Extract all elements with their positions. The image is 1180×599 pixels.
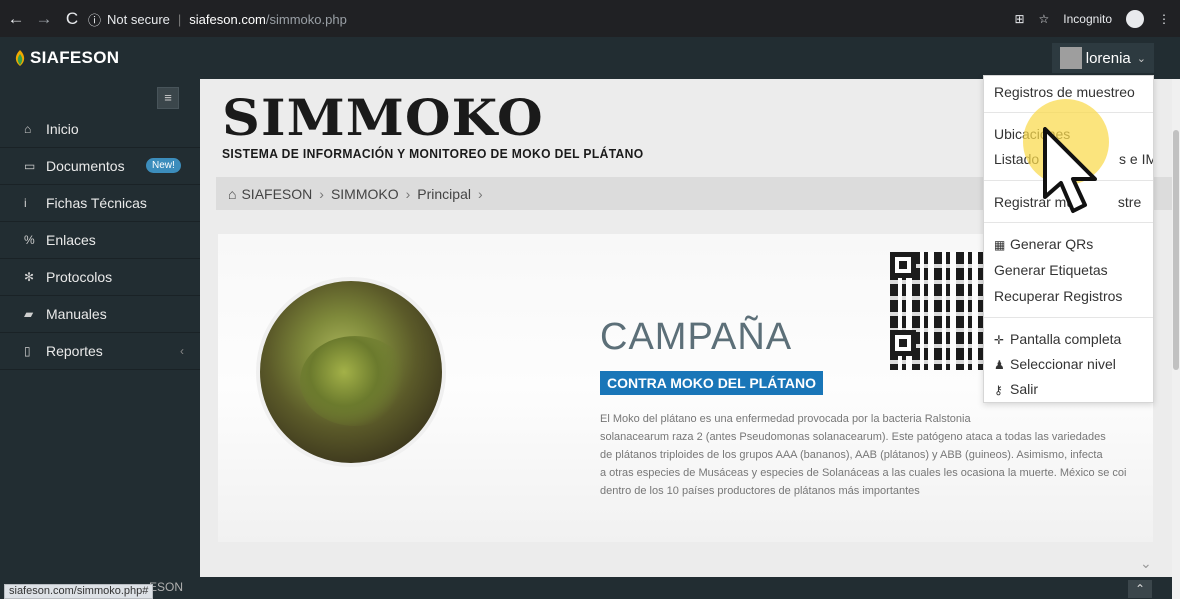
status-url-tooltip: siafeson.com/simmoko.php# [4, 584, 154, 599]
back-arrow-icon[interactable]: ← [4, 9, 28, 29]
move-arrows-icon: ✛ [994, 333, 1005, 347]
address-separator: | [177, 11, 182, 27]
breadcrumb-separator: › [319, 185, 324, 202]
menu-item-pantalla-completa[interactable]: ✛ Pantalla completa [994, 331, 1121, 347]
campaign-description: El Moko del plátano es una enfermedad pr… [600, 410, 1153, 500]
footer-text: ESON [149, 580, 184, 594]
book-icon: ▰ [24, 307, 34, 321]
menu-divider [984, 317, 1153, 318]
menu-item-salir[interactable]: ⚷ Salir [994, 381, 1038, 397]
sidebar-item-label: Manuales [46, 306, 107, 322]
logo-subtitle: SISTEMA DE INFORMACIÓN Y MONITOREO DE MO… [222, 146, 644, 161]
sidebar-item-documentos[interactable]: ▭ Documentos New! [0, 148, 200, 185]
browser-toolbar: ← → C ⓘ Not secure | siafeson.com /simmo… [0, 0, 1180, 37]
avatar [1059, 47, 1082, 69]
reload-icon[interactable]: C [60, 9, 84, 29]
gear-icon: ✻ [24, 270, 35, 284]
browser-actions: ⊞ ☆ Incognito ⋮ [1014, 0, 1170, 37]
description-line: solanacearum raza 2 (antes Pseudomonas s… [600, 431, 1106, 443]
menu-item-label: stre [1117, 194, 1142, 210]
scrollbar-thumb[interactable] [1173, 130, 1179, 370]
address-bar[interactable]: ⓘ Not secure | siafeson.com /simmoko.php [88, 7, 1003, 31]
bookmark-star-icon[interactable]: ☆ [1039, 12, 1050, 26]
chevron-up-icon[interactable]: ⌃ [1128, 580, 1152, 598]
sidebar: ≡ ⌂ Inicio ▭ Documentos New! i Fichas Té… [0, 79, 200, 577]
sidebar-menu: ⌂ Inicio ▭ Documentos New! i Fichas Técn… [0, 111, 200, 370]
app-header: SIAFESON lorenia ⌄ [0, 37, 1180, 79]
breadcrumb-item[interactable]: SIAFESON [241, 186, 312, 202]
folder-icon: ▭ [24, 159, 36, 173]
sidebar-item-manuales[interactable]: ▰ Manuales [0, 296, 200, 333]
breadcrumb-separator: › [477, 185, 483, 202]
qr-code-image [890, 252, 986, 370]
qr-finder-pattern [890, 330, 916, 356]
sidebar-item-label: Protocolos [46, 269, 113, 285]
security-label: Not secure [107, 11, 170, 27]
brand-logo[interactable]: SIAFESON [0, 37, 200, 79]
menu-item-generar-etiquetas[interactable]: Generar Etiquetas [994, 262, 1108, 278]
user-icon: ♟ [994, 358, 1005, 372]
breadcrumb-item[interactable]: Principal [417, 186, 471, 202]
menu-item-label: s e IMEI [1119, 151, 1153, 167]
description-line: El Moko del plátano es una enfermedad pr… [600, 413, 971, 425]
menu-item-seleccionar-nivel[interactable]: ♟ Seleccionar nivel [994, 356, 1116, 372]
forward-arrow-icon[interactable]: → [32, 9, 56, 29]
user-name: lorenia [1085, 49, 1131, 67]
sidebar-toggle-button[interactable]: ≡ [157, 87, 179, 109]
mouse-pointer-icon [1043, 127, 1097, 213]
key-icon: ⚷ [994, 383, 1003, 397]
info-icon: i [24, 196, 27, 210]
user-menu-button[interactable]: lorenia ⌄ [1051, 43, 1154, 73]
menu-item-recuperar-registros[interactable]: Recuperar Registros [994, 288, 1122, 304]
sidebar-item-protocolos[interactable]: ✻ Protocolos [0, 259, 200, 296]
leaf-logo-icon [15, 50, 25, 66]
sidebar-item-inicio[interactable]: ⌂ Inicio [0, 111, 200, 148]
logo-title: SIMMOKO [222, 88, 544, 147]
sidebar-item-label: Reportes [46, 343, 103, 359]
sidebar-item-label: Enlaces [46, 232, 96, 248]
simmoko-logo: SIMMOKO SISTEMA DE INFORMACIÓN Y MONITOR… [222, 93, 675, 162]
browser-menu-icon[interactable]: ⋮ [1158, 12, 1170, 26]
sidebar-item-reportes[interactable]: ▯ Reportes ‹ [0, 333, 200, 370]
home-icon: ⌂ [24, 122, 32, 136]
sidebar-item-enlaces[interactable]: % Enlaces [0, 222, 200, 259]
sidebar-item-label: Fichas Técnicas [46, 195, 147, 211]
home-icon: ⌂ [228, 185, 237, 202]
breadcrumb-item[interactable]: SIMMOKO [331, 186, 399, 202]
breadcrumb-separator: › [405, 185, 411, 202]
info-icon[interactable]: ⓘ [88, 10, 101, 29]
qr-icon: ▦ [994, 238, 1006, 252]
menu-item-generar-qrs[interactable]: ▦ Generar QRs [994, 236, 1093, 252]
sidebar-item-label: Documentos [46, 158, 125, 174]
campaign-tag: CONTRA MOKO DEL PLÁTANO [600, 371, 823, 395]
chevron-left-icon: ‹ [180, 344, 184, 358]
chevron-down-icon[interactable]: ⌄ [1140, 555, 1152, 572]
campaign-heading: CAMPAÑA [600, 316, 793, 358]
menu-item-label: Generar QRs [1010, 236, 1094, 252]
description-line: a otras especies de Musáceas y especies … [600, 467, 1127, 479]
brand-name: SIAFESON [30, 48, 120, 67]
file-icon: ▯ [24, 344, 31, 358]
qr-finder-pattern [890, 252, 916, 278]
menu-item-label: Salir [1010, 381, 1039, 397]
new-badge: New! [146, 158, 181, 173]
chevron-down-icon: ⌄ [1136, 52, 1146, 65]
address-host: siafeson.com [189, 11, 266, 27]
banana-photo [256, 277, 446, 467]
incognito-icon [1126, 9, 1144, 28]
sidebar-item-label: Inicio [46, 121, 79, 137]
description-line: de plátanos triploides de los grupos AAA… [600, 449, 1103, 461]
address-path: /simmoko.php [265, 11, 347, 27]
menu-item-label: Seleccionar nivel [1010, 356, 1116, 372]
menu-item-label: Pantalla completa [1010, 331, 1122, 347]
sidebar-item-fichas-tecnicas[interactable]: i Fichas Técnicas [0, 185, 200, 222]
menu-item-registros-de-muestreo[interactable]: Registros de muestreo [994, 84, 1135, 100]
incognito-label: Incognito [1063, 11, 1112, 26]
menu-divider [984, 222, 1153, 223]
description-line: dentro de los 10 países productores de p… [600, 485, 920, 497]
link-icon: % [24, 233, 35, 247]
translate-icon[interactable]: ⊞ [1014, 12, 1024, 26]
